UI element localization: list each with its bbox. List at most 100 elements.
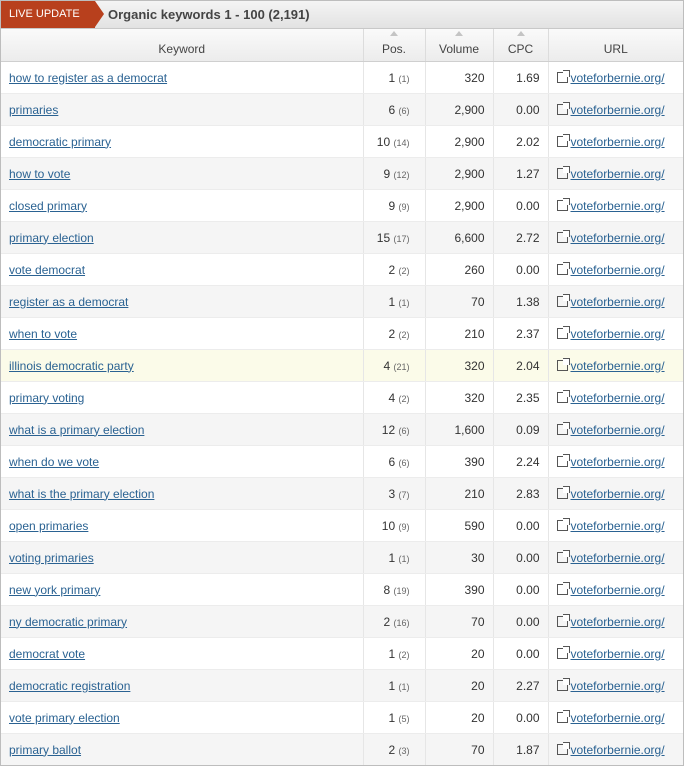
cpc-cell: 0.00 — [493, 253, 549, 286]
external-link-icon[interactable] — [556, 293, 570, 307]
keyword-link[interactable]: illinois democratic party — [9, 359, 134, 373]
url-link[interactable]: voteforbernie.org/ — [571, 519, 665, 533]
previous-position: (7) — [398, 489, 410, 500]
table-row: what is the primary election 3 (7) 210 2.83… — [1, 477, 683, 510]
keyword-link[interactable]: primary voting — [9, 391, 84, 405]
external-link-icon[interactable] — [556, 645, 570, 659]
keywords-table: Keyword Pos. Volume CPC URL how to regis… — [1, 29, 683, 765]
keyword-cell: democratic registration — [1, 669, 364, 702]
volume-cell: 30 — [425, 541, 494, 574]
external-link-icon[interactable] — [556, 453, 570, 467]
url-cell: voteforbernie.org/ — [548, 637, 683, 670]
url-link[interactable]: voteforbernie.org/ — [571, 647, 665, 661]
keyword-link[interactable]: register as a democrat — [9, 295, 128, 309]
url-link[interactable]: voteforbernie.org/ — [571, 455, 665, 469]
external-link-icon[interactable] — [556, 165, 570, 179]
external-link-icon[interactable] — [556, 389, 570, 403]
table-row: democratic primary 10 (14) 2,900 2.02 votefo… — [1, 125, 683, 158]
external-link-icon[interactable] — [556, 357, 570, 371]
external-link-icon[interactable] — [556, 581, 570, 595]
keyword-link[interactable]: when to vote — [9, 327, 77, 341]
external-link-icon[interactable] — [556, 741, 570, 755]
external-link-icon[interactable] — [556, 261, 570, 275]
table-row: closed primary 9 (9) 2,900 0.00 voteforberni… — [1, 189, 683, 222]
external-link-icon[interactable] — [556, 517, 570, 531]
column-header-volume[interactable]: Volume — [425, 29, 494, 62]
position-cell: 6 (6) — [363, 445, 426, 478]
url-link[interactable]: voteforbernie.org/ — [571, 295, 665, 309]
keyword-link[interactable]: what is the primary election — [9, 487, 154, 501]
external-link-icon[interactable] — [556, 421, 570, 435]
external-link-icon[interactable] — [556, 101, 570, 115]
keyword-link[interactable]: voting primaries — [9, 551, 94, 565]
url-link[interactable]: voteforbernie.org/ — [571, 583, 665, 597]
keyword-link[interactable]: democratic primary — [9, 135, 111, 149]
volume-cell: 6,600 — [425, 221, 494, 254]
url-link[interactable]: voteforbernie.org/ — [571, 199, 665, 213]
url-cell: voteforbernie.org/ — [548, 445, 683, 478]
cpc-cell: 2.35 — [493, 381, 549, 414]
url-link[interactable]: voteforbernie.org/ — [571, 423, 665, 437]
position-value: 4 — [388, 390, 396, 405]
external-link-icon[interactable] — [556, 613, 570, 627]
url-link[interactable]: voteforbernie.org/ — [571, 71, 665, 85]
url-link[interactable]: voteforbernie.org/ — [571, 263, 665, 277]
url-link[interactable]: voteforbernie.org/ — [571, 551, 665, 565]
keyword-cell: primary election — [1, 221, 364, 254]
external-link-icon[interactable] — [556, 485, 570, 499]
keyword-cell: register as a democrat — [1, 285, 364, 318]
external-link-icon[interactable] — [556, 69, 570, 83]
keyword-link[interactable]: ny democratic primary — [9, 615, 127, 629]
cpc-cell: 1.69 — [493, 61, 549, 94]
url-link[interactable]: voteforbernie.org/ — [571, 391, 665, 405]
column-header-cpc[interactable]: CPC — [493, 29, 549, 62]
table-row: democrat vote 1 (2) 20 0.00 voteforbernie.or… — [1, 637, 683, 670]
column-header-keyword[interactable]: Keyword — [1, 29, 364, 62]
keyword-link[interactable]: when do we vote — [9, 455, 99, 469]
external-link-icon[interactable] — [556, 709, 570, 723]
keyword-link[interactable]: democratic registration — [9, 679, 130, 693]
keyword-link[interactable]: vote primary election — [9, 711, 120, 725]
url-link[interactable]: voteforbernie.org/ — [571, 167, 665, 181]
column-header-url[interactable]: URL — [548, 29, 683, 62]
url-link[interactable]: voteforbernie.org/ — [571, 615, 665, 629]
url-link[interactable]: voteforbernie.org/ — [571, 743, 665, 757]
keyword-link[interactable]: how to register as a democrat — [9, 71, 167, 85]
url-link[interactable]: voteforbernie.org/ — [571, 135, 665, 149]
external-link-icon[interactable] — [556, 325, 570, 339]
url-link[interactable]: voteforbernie.org/ — [571, 487, 665, 501]
external-link-icon[interactable] — [556, 229, 570, 243]
url-link[interactable]: voteforbernie.org/ — [571, 679, 665, 693]
live-update-badge[interactable]: LIVE UPDATE — [1, 1, 104, 28]
keyword-link[interactable]: new york primary — [9, 583, 100, 597]
external-link-icon[interactable] — [556, 677, 570, 691]
keyword-link[interactable]: primaries — [9, 103, 58, 117]
external-link-icon[interactable] — [556, 549, 570, 563]
external-link-icon[interactable] — [556, 133, 570, 147]
url-link[interactable]: voteforbernie.org/ — [571, 359, 665, 373]
keyword-link[interactable]: how to vote — [9, 167, 70, 181]
column-header-pos[interactable]: Pos. — [363, 29, 426, 62]
position-cell: 1 (2) — [363, 637, 426, 670]
keyword-link[interactable]: what is a primary election — [9, 423, 144, 437]
keyword-link[interactable]: vote democrat — [9, 263, 85, 277]
keyword-link[interactable]: closed primary — [9, 199, 87, 213]
url-link[interactable]: voteforbernie.org/ — [571, 231, 665, 245]
position-value: 1 — [388, 550, 396, 565]
column-label-keyword: Keyword — [158, 42, 206, 56]
keyword-link[interactable]: democrat vote — [9, 647, 85, 661]
position-value: 1 — [388, 646, 396, 661]
keyword-link[interactable]: open primaries — [9, 519, 88, 533]
external-link-icon[interactable] — [556, 197, 570, 211]
table-row: illinois democratic party 4 (21) 320 2.04 vo… — [1, 349, 683, 382]
position-value: 1 — [388, 710, 396, 725]
cpc-cell: 0.00 — [493, 189, 549, 222]
url-link[interactable]: voteforbernie.org/ — [571, 327, 665, 341]
keyword-link[interactable]: primary ballot — [9, 743, 81, 757]
keyword-cell: new york primary — [1, 573, 364, 606]
position-value: 9 — [388, 198, 396, 213]
keyword-link[interactable]: primary election — [9, 231, 94, 245]
url-link[interactable]: voteforbernie.org/ — [571, 711, 665, 725]
cpc-cell: 2.02 — [493, 125, 549, 158]
url-link[interactable]: voteforbernie.org/ — [571, 103, 665, 117]
